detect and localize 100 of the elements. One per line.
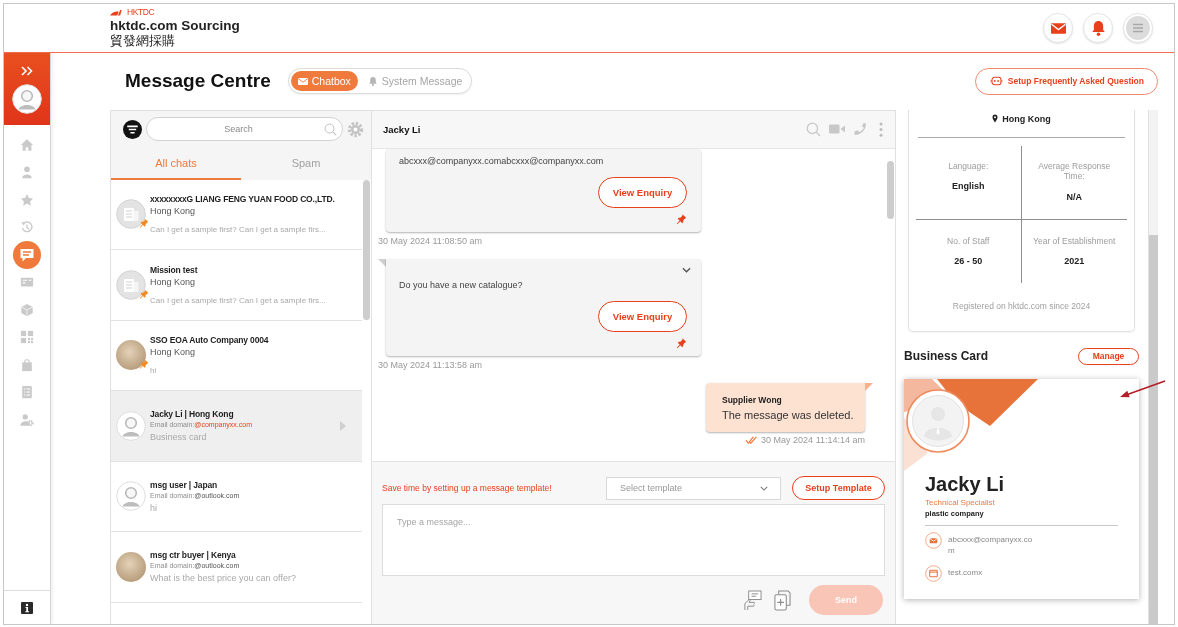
search-icon[interactable] (806, 121, 821, 137)
sender-name: Supplier Wong (722, 393, 783, 406)
last-message: Business card (150, 432, 208, 444)
chat-name: Mission test (150, 263, 199, 276)
contact-name: Jacky Li (383, 123, 421, 135)
avatar-icon (116, 410, 146, 441)
message-text: The message was deleted. (722, 407, 851, 423)
view-tab[interactable]: System Message (360, 71, 470, 92)
chat-name: msg ctr buyer | Kenya (150, 549, 237, 562)
view-enquiry-button[interactable]: View Enquiry (598, 300, 687, 332)
chat-location: Hong Kong (150, 346, 197, 360)
scrollbar-thumb[interactable] (1149, 234, 1158, 624)
mail-icon (1050, 22, 1066, 34)
email-icon (925, 531, 942, 549)
logo-subtitle: 貿發網採購 (110, 33, 176, 48)
cube-icon[interactable] (20, 302, 34, 317)
section-title: Business Card (904, 349, 989, 363)
page-title: Message Centre (125, 70, 271, 93)
view-enquiry-button[interactable]: View Enquiry (598, 176, 687, 208)
chat-location: Hong Kong (150, 275, 197, 289)
pin-icon[interactable] (676, 336, 687, 349)
message-text: Do you have a new catalogue? (399, 278, 524, 291)
stat-value: English (952, 181, 985, 192)
browser-icon (925, 564, 942, 582)
messages-button[interactable] (1043, 13, 1073, 43)
chat-name: Jacky Li | Hong Kong (150, 408, 235, 421)
stat-label: Language: (948, 160, 989, 171)
last-message: hi (150, 502, 158, 514)
scrollbar-thumb[interactable] (363, 179, 370, 320)
chat-name: xxxxxxxxG LIANG FENG YUAN FOOD CO.,LTD. (150, 193, 336, 206)
logo-mark: HKTDC (127, 8, 155, 17)
setup-faq-button[interactable]: Setup Frequently Asked Question (974, 67, 1158, 95)
settings-icon[interactable] (347, 120, 364, 138)
user-gear-icon[interactable] (20, 412, 34, 427)
pin-icon[interactable] (676, 212, 687, 225)
setup-template-button[interactable]: Setup Template (792, 476, 885, 500)
photo-placeholder (116, 551, 146, 582)
template-select[interactable]: Select template (606, 476, 781, 500)
chat-name: msg user | Japan (150, 478, 219, 491)
message-time: 30 May 2024 11:14:14 am (761, 434, 865, 446)
building-icon (116, 199, 146, 230)
message-input[interactable]: Type a message... (382, 504, 885, 576)
person-icon[interactable] (20, 165, 34, 180)
robot-icon (989, 76, 1003, 87)
avatar-icon[interactable] (12, 84, 42, 114)
contact-name: Jacky Li (925, 472, 1005, 495)
chevron-down-icon[interactable] (682, 266, 691, 273)
job-title: Technical Specialist (925, 496, 996, 508)
menu-icon (1126, 16, 1150, 40)
bell-icon (367, 76, 378, 86)
location-pin-icon (992, 114, 999, 123)
search-field[interactable]: Search (146, 117, 343, 141)
bell-icon (1091, 20, 1105, 36)
stat-label: No. of Staff (947, 235, 990, 246)
photo-placeholder (116, 340, 146, 371)
hand-card-icon[interactable] (743, 589, 762, 611)
logo-title: hktdc.com Sourcing (110, 18, 240, 33)
chat-name: SSO EOA Auto Company 0004 (150, 334, 270, 347)
checklist-icon[interactable] (20, 385, 34, 400)
star-icon[interactable] (20, 192, 34, 207)
building-icon (116, 269, 146, 300)
stat-value: 2021 (1064, 256, 1085, 267)
view-tab[interactable]: Chatbox (290, 71, 358, 92)
chat-location: Hong Kong (150, 205, 197, 219)
grid-icon[interactable] (20, 330, 34, 345)
manage-button[interactable]: Manage (1078, 347, 1139, 365)
message-time: 30 May 2024 11:08:50 am (378, 235, 482, 247)
bag-icon[interactable] (20, 357, 34, 372)
company-location: Hong Kong (1002, 113, 1051, 124)
menu-button[interactable] (1123, 13, 1153, 43)
contact-detail: test.comx (948, 566, 984, 578)
template-hint: Save time by setting up a message template! (382, 483, 552, 493)
stat-value: 26 - 50 (954, 256, 983, 267)
add-document-icon[interactable] (774, 589, 791, 611)
registration-note: Registered on hktdc.com since 2024 (951, 300, 1092, 311)
history-icon[interactable] (20, 220, 34, 235)
avatar-icon (116, 481, 146, 512)
filter-icon[interactable] (123, 119, 142, 139)
more-options-icon[interactable] (879, 121, 883, 137)
notifications-button[interactable] (1083, 13, 1113, 43)
chat-tab[interactable]: Spam (241, 147, 371, 180)
last-message: hi (150, 365, 158, 377)
info-icon[interactable] (21, 601, 33, 614)
chevron-down-icon (760, 485, 768, 491)
scrollbar-thumb[interactable] (887, 160, 894, 219)
caret-right-icon (340, 420, 346, 431)
stat-label: Average Response Time: (1037, 160, 1112, 182)
video-camera-icon[interactable] (829, 124, 845, 134)
home-icon[interactable] (20, 137, 34, 152)
chat-icon[interactable] (13, 240, 41, 269)
message-time: 30 May 2024 11:13:58 am (378, 359, 482, 371)
search-icon[interactable] (324, 122, 337, 136)
phone-icon[interactable] (853, 122, 867, 136)
double-chevron-icon[interactable] (21, 66, 33, 76)
last-message: What is the best price you can offer? (150, 573, 297, 585)
stat-value: N/A (1066, 191, 1082, 203)
mail-icon (297, 76, 308, 86)
scrollbar-track[interactable] (1148, 109, 1158, 624)
message-text: abcxxx@companyxx.comabcxxx@companyxx.com (399, 154, 605, 167)
contact-detail: abcxxx@companyxx.com (948, 533, 1034, 556)
